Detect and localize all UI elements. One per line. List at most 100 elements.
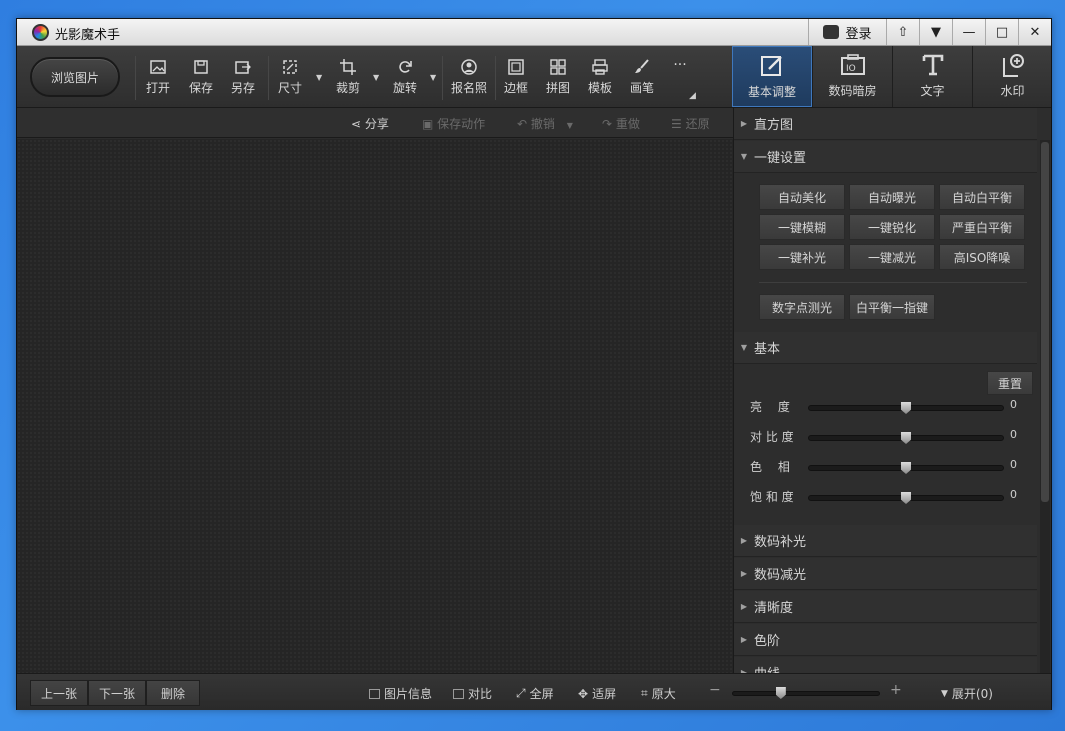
save-button[interactable]: 保存 xyxy=(188,58,214,98)
tab-text[interactable]: 文字 xyxy=(892,46,972,107)
slider-thumb[interactable] xyxy=(901,432,911,444)
undo-dropdown-icon[interactable]: ▼ xyxy=(567,121,573,130)
original-size-button[interactable]: ⌗ 原大 xyxy=(641,685,676,702)
svg-text:IO: IO xyxy=(846,64,856,74)
section-basic[interactable]: ▼ 基本 xyxy=(734,332,1037,364)
collage-button[interactable]: 拼图 xyxy=(545,58,571,98)
contrast-slider[interactable] xyxy=(808,432,1004,444)
one-click-reduce-light-button[interactable]: 一键减光 xyxy=(849,244,935,270)
one-click-sharpen-button[interactable]: 一键锐化 xyxy=(849,214,935,240)
reset-button[interactable]: 重置 xyxy=(987,371,1033,395)
hue-value: 0 xyxy=(1010,458,1017,471)
auto-white-balance-button[interactable]: 自动白平衡 xyxy=(939,184,1025,210)
login-label: 登录 xyxy=(845,26,872,42)
high-iso-denoise-button[interactable]: 高ISO降噪 xyxy=(939,244,1025,270)
resize-button[interactable]: 尺寸 xyxy=(277,58,303,98)
user-face-icon xyxy=(823,25,840,39)
expand-arrow-icon: ▶ xyxy=(740,602,748,611)
severe-white-balance-button[interactable]: 严重白平衡 xyxy=(939,214,1025,240)
border-button[interactable]: 边框 xyxy=(503,58,529,98)
fit-screen-button[interactable]: ✥ 适屏 xyxy=(578,685,616,702)
open-button[interactable]: 打开 xyxy=(145,58,171,98)
section-curves[interactable]: ▶ 曲线 xyxy=(734,657,1037,673)
hue-slider[interactable] xyxy=(808,462,1004,474)
minimize-button[interactable]: — xyxy=(952,19,985,45)
menu-button[interactable]: ▼ xyxy=(919,19,952,45)
tab-darkroom[interactable]: IO 数码暗房 xyxy=(812,46,892,107)
toolbar-divider xyxy=(268,56,269,100)
saturation-slider[interactable] xyxy=(808,492,1004,504)
fullscreen-button[interactable]: ⤢ 全屏 xyxy=(516,685,554,702)
darkroom-icon: IO xyxy=(813,46,892,76)
id-photo-button[interactable]: 报名照 xyxy=(449,58,489,98)
id-photo-label: 报名照 xyxy=(450,81,487,95)
one-click-fill-light-button[interactable]: 一键补光 xyxy=(759,244,845,270)
rotate-icon xyxy=(392,58,418,78)
tab-basic-adjust-label: 基本调整 xyxy=(747,85,796,99)
tab-watermark[interactable]: 水印 xyxy=(972,46,1052,107)
expand-arrow-icon: ▶ xyxy=(740,635,748,644)
section-one-click[interactable]: ▼ 一键设置 xyxy=(734,141,1037,173)
undo-icon: ↶ xyxy=(517,117,528,131)
redo-button[interactable]: ↷ 重做 xyxy=(602,115,640,132)
slider-thumb[interactable] xyxy=(901,462,911,474)
skin-button[interactable]: ⇧ xyxy=(886,19,919,45)
collapse-arrow-icon: ▼ xyxy=(740,152,748,161)
section-levels[interactable]: ▶ 色阶 xyxy=(734,624,1037,656)
rotate-dropdown-icon[interactable]: ▼ xyxy=(430,73,438,82)
save-as-button[interactable]: 另存 xyxy=(230,58,256,98)
next-image-button[interactable]: 下一张 xyxy=(88,680,146,706)
brightness-label: 亮 度 xyxy=(750,400,790,414)
section-clarity[interactable]: ▶ 清晰度 xyxy=(734,591,1037,623)
saturation-value: 0 xyxy=(1010,488,1017,501)
tab-basic-adjust[interactable]: 基本调整 xyxy=(732,46,812,107)
undo-button[interactable]: ↶ 撤销 ▼ xyxy=(517,115,573,132)
status-bar: 上一张 下一张 删除 图片信息 对比 ⤢ 全屏 ✥ 适屏 ⌗ 原大 − + ▼ 展开(0… xyxy=(17,673,1051,710)
save-action-button[interactable]: ▣ 保存动作 xyxy=(422,115,485,132)
slider-thumb[interactable] xyxy=(901,402,911,414)
zoom-in-icon[interactable]: + xyxy=(890,682,902,698)
auto-exposure-button[interactable]: 自动曝光 xyxy=(849,184,935,210)
expand-filmstrip-button[interactable]: ▼ 展开(0) xyxy=(941,685,993,702)
share-button[interactable]: ⋖ 分享 xyxy=(351,115,389,132)
more-tools-button[interactable]: ··· xyxy=(669,58,691,98)
auto-beautify-button[interactable]: 自动美化 xyxy=(759,184,845,210)
rotate-button[interactable]: 旋转 xyxy=(392,58,418,98)
share-label: 分享 xyxy=(364,117,389,131)
template-button[interactable]: 模板 xyxy=(587,58,613,98)
expand-arrow-icon: ▼ xyxy=(941,688,948,699)
close-button[interactable]: ✕ xyxy=(1018,19,1051,45)
section-histogram-title: 直方图 xyxy=(754,118,794,133)
previous-image-button[interactable]: 上一张 xyxy=(30,680,88,706)
scrollbar-thumb[interactable] xyxy=(1041,142,1049,502)
brightness-value: 0 xyxy=(1010,398,1017,411)
restore-button[interactable]: ☰ 还原 xyxy=(671,115,710,132)
template-label: 模板 xyxy=(587,81,612,95)
browse-images-button[interactable]: 浏览图片 xyxy=(30,57,120,97)
zoom-slider[interactable] xyxy=(732,691,880,696)
section-digital-fill-light[interactable]: ▶ 数码补光 xyxy=(734,525,1037,557)
zoom-slider-thumb[interactable] xyxy=(775,687,786,699)
image-info-button[interactable]: 图片信息 xyxy=(369,685,432,702)
brush-button[interactable]: 画笔 xyxy=(629,58,655,98)
section-digital-reduce-light[interactable]: ▶ 数码减光 xyxy=(734,558,1037,590)
crop-dropdown-icon[interactable]: ▼ xyxy=(373,73,381,82)
maximize-button[interactable]: □ xyxy=(985,19,1018,45)
slider-thumb[interactable] xyxy=(901,492,911,504)
expand-label: 展开(0) xyxy=(951,687,993,701)
compare-button[interactable]: 对比 xyxy=(453,685,492,702)
delete-button[interactable]: 删除 xyxy=(146,680,200,706)
login-button[interactable]: 登录 xyxy=(808,19,886,45)
crop-label: 裁剪 xyxy=(335,81,360,95)
section-histogram[interactable]: ▶ 直方图 xyxy=(734,108,1037,140)
crop-button[interactable]: 裁剪 xyxy=(335,58,361,98)
digital-spot-metering-button[interactable]: 数字点测光 xyxy=(759,294,845,320)
brightness-slider[interactable] xyxy=(808,402,1004,414)
resize-dropdown-icon[interactable]: ▼ xyxy=(316,73,324,82)
white-balance-picker-button[interactable]: 白平衡一指键 xyxy=(849,294,935,320)
one-click-blur-button[interactable]: 一键模糊 xyxy=(759,214,845,240)
image-canvas[interactable] xyxy=(17,139,733,673)
zoom-out-icon[interactable]: − xyxy=(709,682,721,698)
original-size-label: 原大 xyxy=(651,687,676,701)
panel-scrollbar[interactable] xyxy=(1040,140,1050,673)
